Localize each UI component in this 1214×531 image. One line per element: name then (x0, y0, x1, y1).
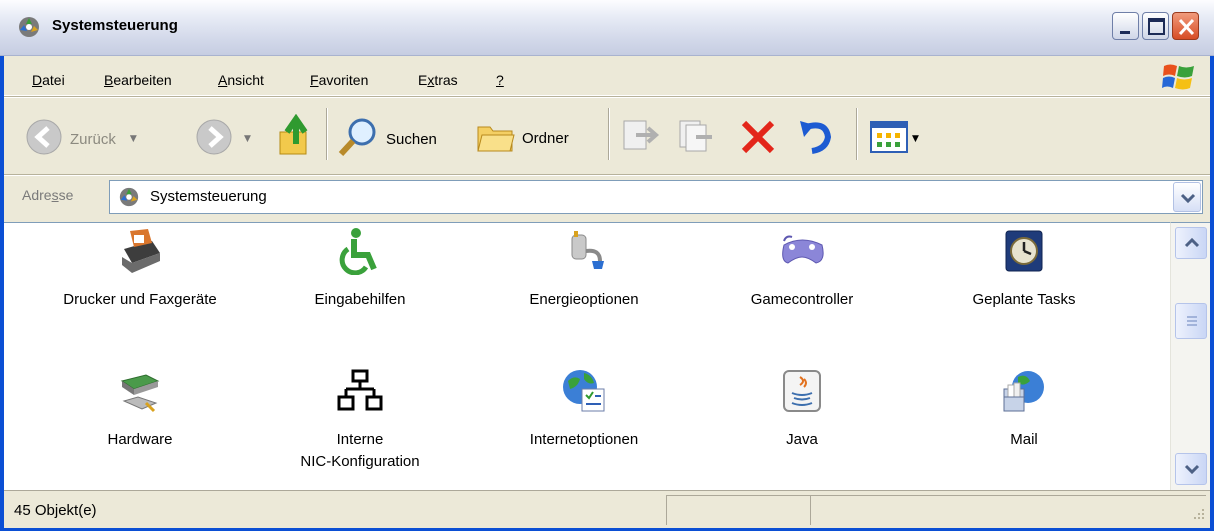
control-panel-content: Drucker und Faxgeräte Eingabehilfen Ener… (4, 222, 1170, 490)
item-label: Java (786, 431, 818, 448)
delete-x-icon (738, 117, 778, 161)
toolbar-separator (856, 108, 858, 160)
item-label: Mail (1010, 431, 1038, 448)
forward-arrow-icon (194, 117, 234, 161)
undo-icon (796, 117, 836, 161)
globe-icon (560, 367, 608, 415)
menu-bearbeiten[interactable]: Bearbeiten (104, 72, 172, 88)
control-panel-icon (16, 15, 42, 43)
item-power-options[interactable]: Energieoptionen (494, 227, 674, 311)
scroll-up-button[interactable] (1175, 227, 1207, 259)
back-label: Zurück (70, 130, 116, 148)
power-plug-icon (560, 227, 608, 275)
menu-datei[interactable]: Datei (32, 72, 65, 88)
item-label: Drucker und Faxgeräte (63, 291, 217, 308)
accessibility-icon (336, 227, 384, 276)
search-button[interactable]: Suchen (336, 115, 437, 163)
gamepad-icon (778, 227, 826, 275)
toolbar-separator (608, 108, 610, 160)
back-arrow-icon (24, 117, 64, 161)
forward-button[interactable]: ▼ (194, 117, 251, 161)
item-game-controllers[interactable]: Gamecontroller (712, 227, 892, 311)
status-bar: 45 Objekt(e) (4, 490, 1210, 528)
title-bar[interactable]: Systemsteuerung (0, 0, 1214, 56)
item-java[interactable]: Java (712, 367, 892, 451)
toolbar (4, 98, 1210, 174)
item-nic-configuration[interactable]: Interne NIC-Konfiguration (270, 367, 450, 473)
status-pane (810, 495, 1206, 525)
status-object-count: 45 Objekt(e) (14, 502, 97, 519)
views-button[interactable]: ▼ (870, 121, 919, 157)
item-label: Geplante Tasks (972, 291, 1076, 308)
folders-icon (476, 117, 516, 159)
address-label: Adresse (22, 187, 74, 203)
explorer-window: Systemsteuerung Datei Bearbeiten Ansicht… (0, 0, 1214, 531)
menu-favoriten[interactable]: Favoriten (310, 72, 368, 88)
windows-logo-icon (1162, 62, 1196, 96)
folders-label: Ordner (522, 129, 569, 147)
back-button[interactable]: Zurück ▼ (24, 117, 137, 161)
menu-bar: Datei Bearbeiten Ansicht Favoriten Extra… (4, 56, 1210, 96)
menu-help[interactable]: ? (496, 72, 504, 88)
menu-extras[interactable]: Extras (418, 72, 458, 88)
search-label: Suchen (386, 130, 437, 148)
control-panel-icon (117, 186, 141, 212)
up-folder-button[interactable] (276, 113, 316, 162)
item-label: Gamecontroller (750, 291, 854, 308)
toolbar-separator (326, 108, 328, 160)
hardware-icon (116, 367, 164, 415)
undo-button[interactable] (796, 117, 836, 161)
views-dropdown-icon[interactable]: ▼ (912, 134, 919, 144)
move-to-icon (620, 117, 660, 159)
resize-grip-icon[interactable] (1190, 507, 1206, 527)
copy-to-icon (676, 117, 716, 159)
forward-dropdown-icon[interactable]: ▼ (244, 134, 251, 144)
views-icon (870, 121, 910, 157)
item-label: Energieoptionen (529, 291, 639, 308)
item-label: Internetoptionen (529, 431, 639, 448)
item-hardware[interactable]: Hardware (50, 367, 230, 451)
minimize-button[interactable] (1112, 12, 1139, 40)
clock-icon (1000, 227, 1048, 275)
folders-button[interactable]: Ordner (476, 117, 569, 159)
move-to-button[interactable] (620, 117, 660, 159)
mail-icon (1000, 367, 1048, 415)
window-title: Systemsteuerung (52, 17, 178, 34)
item-printers-faxes[interactable]: Drucker und Faxgeräte (50, 227, 230, 311)
status-pane (666, 495, 810, 525)
item-label: Eingabehilfen (314, 291, 406, 308)
scroll-down-button[interactable] (1175, 453, 1207, 485)
up-folder-icon (276, 113, 316, 162)
magnifier-icon (336, 115, 380, 163)
scroll-thumb[interactable] (1175, 303, 1207, 339)
address-field[interactable]: Systemsteuerung (109, 180, 1203, 214)
java-icon (778, 367, 826, 415)
menu-ansicht[interactable]: Ansicht (218, 72, 264, 88)
item-label: Interne NIC-Konfiguration (300, 431, 420, 470)
close-button[interactable] (1172, 12, 1199, 40)
copy-to-button[interactable] (676, 117, 716, 159)
item-internet-options[interactable]: Internetoptionen (494, 367, 674, 451)
address-value: Systemsteuerung (150, 188, 267, 205)
network-icon (336, 367, 384, 415)
address-dropdown-button[interactable] (1173, 182, 1201, 212)
printer-fax-icon (116, 227, 164, 275)
delete-button[interactable] (738, 117, 778, 161)
back-dropdown-icon[interactable]: ▼ (130, 134, 137, 144)
item-accessibility[interactable]: Eingabehilfen (270, 227, 450, 311)
item-mail[interactable]: Mail (934, 367, 1114, 451)
item-scheduled-tasks[interactable]: Geplante Tasks (934, 227, 1114, 311)
item-label: Hardware (107, 431, 173, 448)
maximize-button[interactable] (1142, 12, 1169, 40)
vertical-scrollbar[interactable] (1170, 222, 1210, 490)
